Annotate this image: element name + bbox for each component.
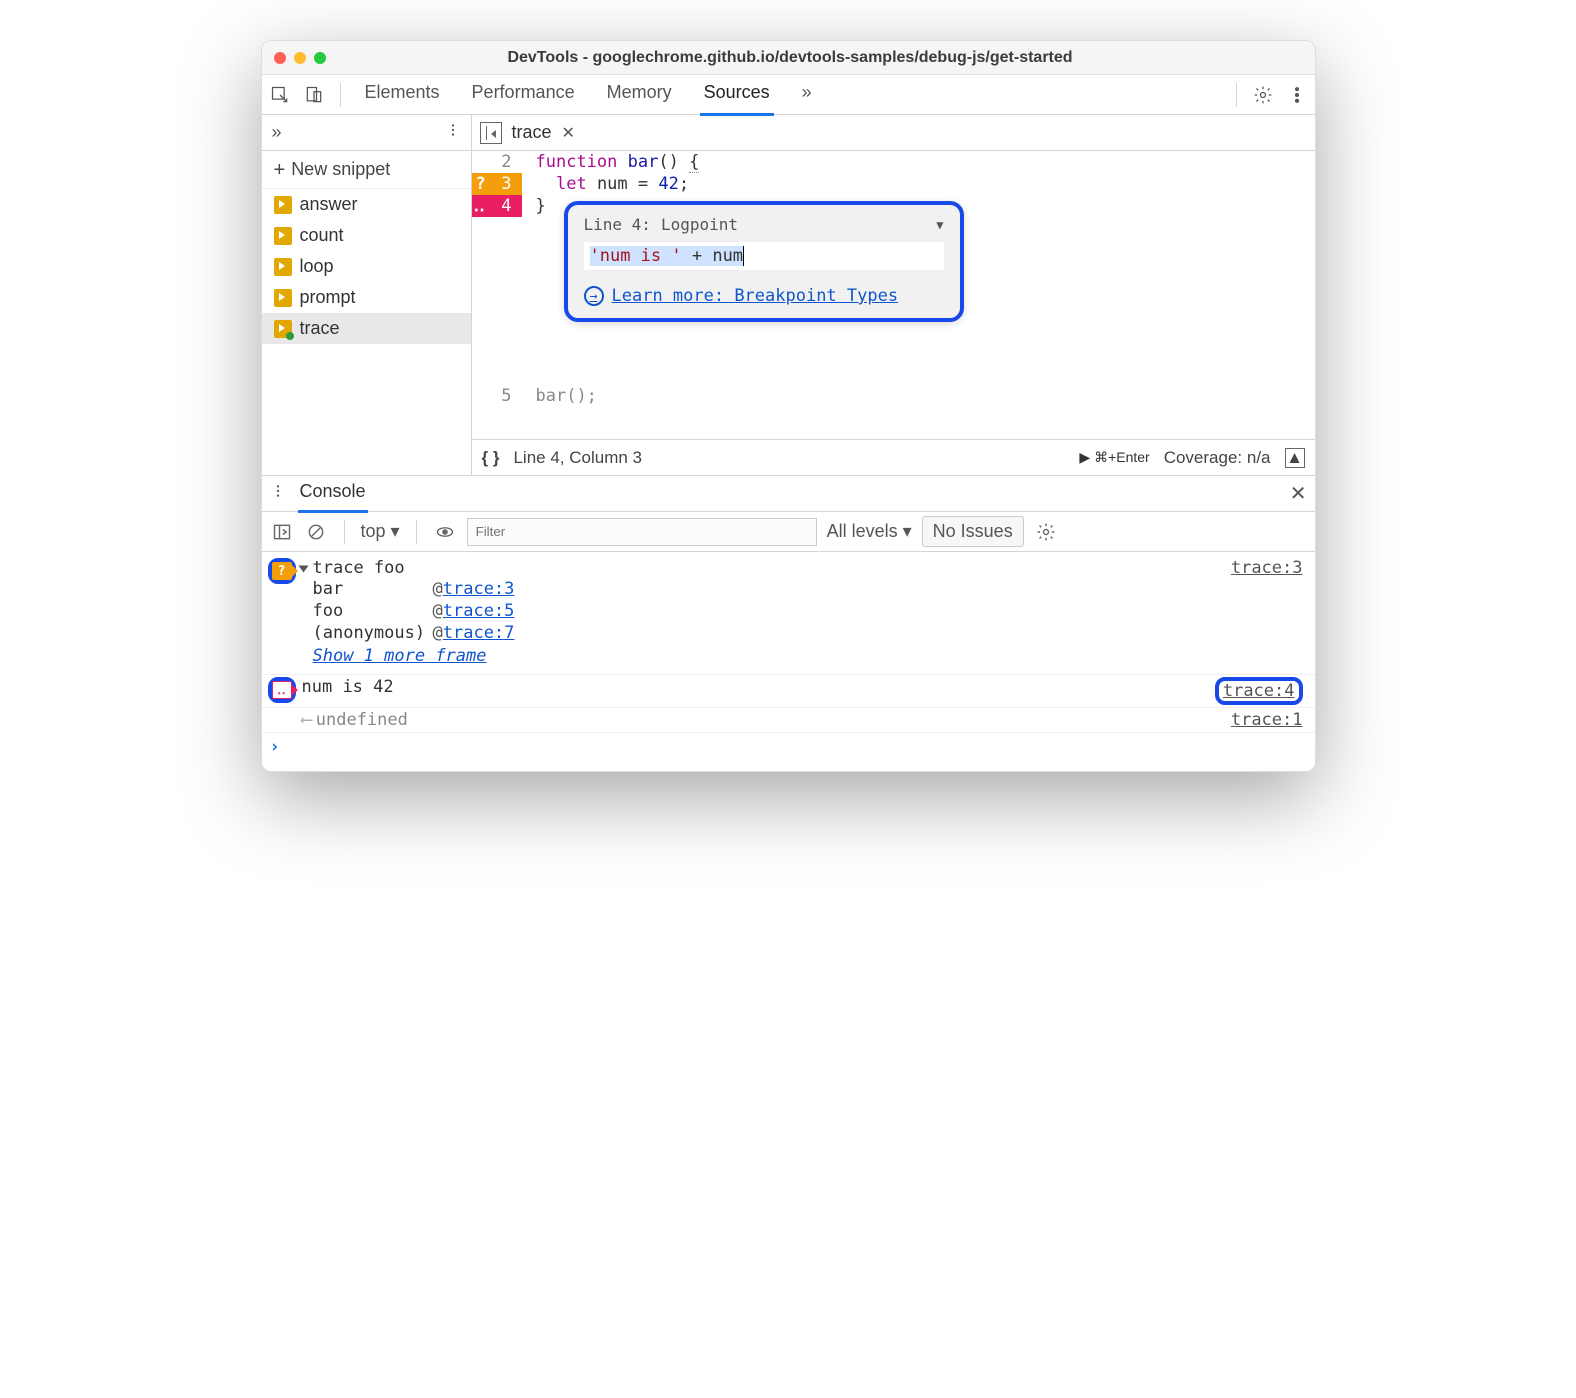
pretty-print-icon[interactable]: { } [482,448,500,468]
snippet-item-answer[interactable]: answer [262,189,471,220]
snippet-file-icon [274,289,292,307]
live-expression-icon[interactable] [433,520,457,544]
new-snippet-label: New snippet [291,159,390,180]
devtools-window: DevTools - googlechrome.github.io/devtoo… [261,40,1316,772]
editor-tab-trace[interactable]: trace ✕ [512,122,575,143]
stack-link[interactable]: trace:3 [443,579,515,599]
sources-panel: » + New snippet answer count [262,115,1315,475]
learn-more-link[interactable]: → Learn more: Breakpoint Types [584,286,944,306]
tab-elements[interactable]: Elements [361,74,444,115]
console-settings-icon[interactable] [1034,520,1058,544]
cursor-position: Line 4, Column 3 [513,448,642,468]
log-levels-select[interactable]: All levels ▾ [827,521,912,542]
main-toolbar: Elements Performance Memory Sources » [262,75,1315,115]
minimize-window-button[interactable] [294,52,306,64]
console-toolbar: top ▾ All levels ▾ No Issues [262,512,1315,552]
kebab-menu-icon[interactable] [1283,81,1311,109]
prompt-chevron-icon: › [270,737,280,757]
new-snippet-button[interactable]: + New snippet [262,151,471,189]
stack-trace: bar@ trace:3 foo@ trace:5 (anonymous)@ t… [313,578,1231,644]
console-drawer: Console ✕ top ▾ All levels ▾ No Issues [262,475,1315,771]
snippet-item-prompt[interactable]: prompt [262,282,471,313]
tabs-overflow[interactable]: » [798,74,816,115]
toggle-navigator-icon[interactable] [480,122,502,144]
stack-link[interactable]: trace:5 [443,601,515,621]
learn-more-label: Learn more: Breakpoint Types [612,286,899,306]
console-message: undefined [316,710,408,730]
breakpoint-type-select[interactable]: Logpoint [661,215,738,234]
titlebar: DevTools - googlechrome.github.io/devtoo… [262,41,1315,75]
settings-icon[interactable] [1249,81,1277,109]
code-editor[interactable]: 2 3 4 5 function bar() { let num = 42; }… [472,151,1315,439]
window-title: DevTools - googlechrome.github.io/devtoo… [326,49,1255,67]
zoom-window-button[interactable] [314,52,326,64]
dropdown-arrow-icon[interactable]: ▼ [936,218,943,232]
line-gutter[interactable]: 2 3 4 5 [472,151,522,439]
console-entry-trace: ? trace foo bar@ trace:3 foo@ trace:5 (a… [262,556,1315,675]
stack-link[interactable]: trace:7 [443,623,515,643]
inspect-element-icon[interactable] [266,81,294,109]
console-message: num is 42 [302,677,394,697]
console-prompt[interactable]: › [262,733,1315,761]
modified-dot-icon [286,332,294,340]
console-entry-return: ⟵undefined trace:1 [262,708,1315,733]
issues-button[interactable]: No Issues [922,516,1024,547]
editor-footer: { } Line 4, Column 3 ▶ ⌘+Enter Coverage:… [472,439,1315,475]
close-tab-icon[interactable]: ✕ [562,123,575,143]
close-window-button[interactable] [274,52,286,64]
console-message: trace foo [313,558,1231,578]
trace-badge-icon: ? [268,558,296,584]
sidebar-menu-icon[interactable] [445,122,461,143]
console-sidebar-toggle-icon[interactable] [270,520,294,544]
source-link[interactable]: trace:3 [1231,558,1303,578]
console-entry-logpoint: ‥ num is 42 trace:4 [262,675,1315,708]
console-output: ? trace foo bar@ trace:3 foo@ trace:5 (a… [262,552,1315,771]
run-snippet-button[interactable]: ▶ ⌘+Enter [1079,449,1149,466]
snippet-item-count[interactable]: count [262,220,471,251]
logpoint-badge-icon: ‥ [268,677,296,703]
close-drawer-icon[interactable]: ✕ [1290,481,1307,506]
traffic-lights [274,52,326,64]
snippet-label: loop [300,256,334,277]
drawer-menu-icon[interactable] [270,483,286,504]
expand-toggle-icon[interactable] [298,566,308,573]
snippet-file-icon [274,227,292,245]
snippets-sidebar: » + New snippet answer count [262,115,472,475]
breakpoint-edit-popup: Line 4: Logpoint ▼ 'num is ' + num → Lea… [564,201,964,322]
snippet-file-icon [274,196,292,214]
plus-icon: + [274,163,286,177]
snippet-file-icon [274,258,292,276]
snippet-item-trace[interactable]: trace [262,313,471,344]
editor-tab-label: trace [512,122,552,143]
logpoint-expression-input[interactable]: 'num is ' + num [584,242,944,270]
show-more-frames-link[interactable]: Show 1 more frame [313,644,1231,672]
conditional-breakpoint-marker[interactable]: 3 [472,173,522,195]
clear-console-icon[interactable] [304,520,328,544]
collapse-bottom-icon[interactable]: ▲ [1285,448,1305,468]
editor-column: trace ✕ 2 3 4 5 function bar() { let num… [472,115,1315,475]
tab-sources[interactable]: Sources [700,74,774,116]
breakpoint-line-label: Line 4: [584,215,651,234]
source-link[interactable]: trace:4 [1215,677,1303,705]
snippet-label: trace [300,318,340,339]
tab-memory[interactable]: Memory [603,74,676,115]
return-arrow-icon: ⟵ [302,710,312,730]
snippet-label: answer [300,194,358,215]
arrow-circle-icon: → [584,286,604,306]
tab-performance[interactable]: Performance [468,74,579,115]
snippet-file-icon [274,320,292,338]
snippet-label: count [300,225,344,246]
device-toggle-icon[interactable] [300,81,328,109]
coverage-label: Coverage: n/a [1164,448,1271,468]
context-select[interactable]: top ▾ [361,521,400,542]
console-filter-input[interactable] [467,518,817,546]
snippet-item-loop[interactable]: loop [262,251,471,282]
console-tab[interactable]: Console [298,475,368,513]
source-link[interactable]: trace:1 [1231,710,1303,730]
snippet-label: prompt [300,287,356,308]
sidebar-tabs-overflow[interactable]: » [272,122,282,143]
logpoint-marker[interactable]: 4 [472,195,522,217]
